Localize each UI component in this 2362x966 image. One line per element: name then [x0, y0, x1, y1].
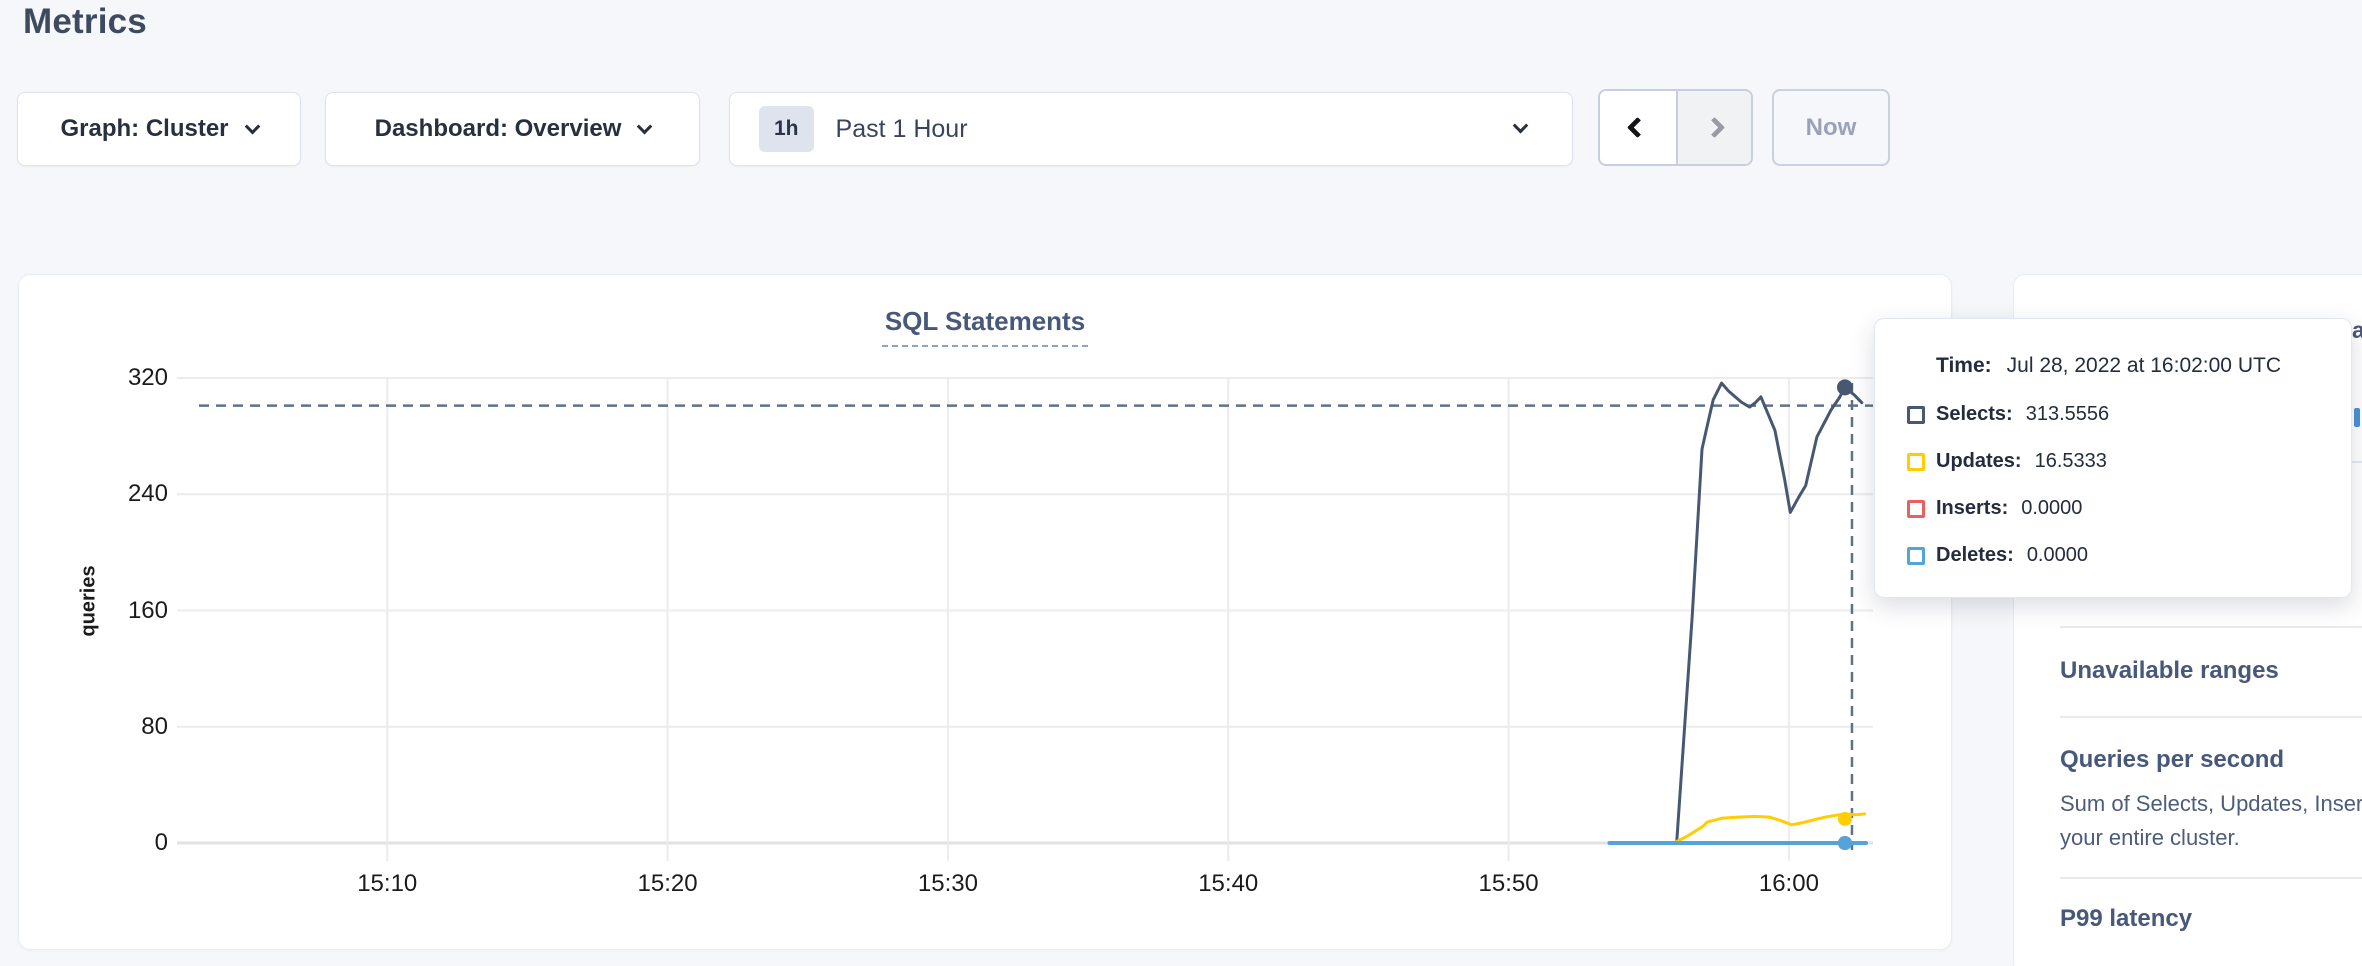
graph-scope-dropdown-label: Graph: Cluster [60, 115, 228, 143]
tooltip-row-inserts: Inserts: 0.0000 [1907, 493, 2351, 524]
chart-title-wrap: SQL Statements [18, 306, 1952, 347]
tooltip-series-value: 16.5333 [2035, 450, 2107, 473]
tooltip-time-row: Time: Jul 28, 2022 at 16:02:00 UTC [1936, 349, 2351, 383]
tooltip-time-value: Jul 28, 2022 at 16:02:00 UTC [2007, 354, 2281, 378]
chart-hover-tooltip: Time: Jul 28, 2022 at 16:02:00 UTC Selec… [1874, 318, 2352, 598]
graph-scope-dropdown[interactable]: Graph: Cluster [17, 92, 301, 166]
tooltip-series-name: Inserts: [1936, 497, 2008, 520]
chevron-down-icon [1513, 118, 1529, 134]
chevron-right-icon [1704, 117, 1725, 138]
tooltip-series-name: Selects: [1936, 403, 2013, 426]
x-tick-label: 15:40 [1158, 870, 1298, 898]
legend-swatch-selects [1907, 406, 1925, 424]
chart-title-link[interactable]: SQL Statements [882, 306, 1088, 347]
page-title: Metrics [23, 2, 147, 42]
time-range-label: Past 1 Hour [836, 115, 968, 144]
y-tick-label: 160 [48, 597, 168, 625]
x-tick-label: 15:20 [598, 870, 738, 898]
tooltip-row-selects: Selects: 313.5556 [1907, 399, 2351, 430]
sidebar-description-line: your entire cluster. [2060, 825, 2240, 851]
x-tick-label: 15:50 [1439, 870, 1579, 898]
previous-window-button[interactable] [1600, 91, 1676, 164]
sidebar-divider [2060, 877, 2362, 879]
sidebar-divider [2060, 716, 2362, 718]
y-tick-label: 240 [48, 480, 168, 508]
y-tick-label: 0 [48, 829, 168, 857]
sql-statements-chart-card[interactable] [18, 274, 1952, 950]
legend-swatch-deletes [1907, 547, 1925, 565]
sidebar-heading-p99-latency: P99 latency [2060, 905, 2192, 933]
legend-swatch-updates [1907, 453, 1925, 471]
now-button[interactable]: Now [1772, 89, 1890, 166]
legend-swatch-inserts [1907, 500, 1925, 518]
y-tick-label: 320 [48, 364, 168, 392]
next-window-button[interactable] [1676, 91, 1752, 164]
y-tick-label: 80 [48, 713, 168, 741]
tooltip-series-name: Deletes: [1936, 544, 2014, 567]
tooltip-series-rows: Selects: 313.5556 Updates: 16.5333 Inserts: 0… [1875, 399, 2351, 571]
sidebar-heading-queries-per-second: Queries per second [2060, 746, 2284, 774]
time-range-badge: 1h [759, 106, 814, 152]
tooltip-series-value: 313.5556 [2026, 403, 2109, 426]
tooltip-row-updates: Updates: 16.5333 [1907, 446, 2351, 477]
metrics-page: Metrics Graph: Cluster Dashboard: Overvi… [0, 0, 2362, 966]
sidebar-divider [2060, 626, 2362, 628]
tooltip-row-deletes: Deletes: 0.0000 [1907, 540, 2351, 571]
chevron-down-icon [637, 118, 653, 134]
sidebar-clipped-text-fragment: a [2352, 317, 2362, 344]
x-tick-label: 16:00 [1719, 870, 1859, 898]
time-range-dropdown[interactable]: 1h Past 1 Hour [729, 92, 1573, 166]
chevron-down-icon [244, 118, 260, 134]
tooltip-series-name: Updates: [1936, 450, 2022, 473]
x-tick-label: 15:30 [878, 870, 1018, 898]
sidebar-clipped-link-fragment [2354, 408, 2360, 427]
tooltip-time-label: Time: [1936, 354, 1992, 378]
dashboard-dropdown[interactable]: Dashboard: Overview [325, 92, 700, 166]
time-window-nav [1598, 89, 1753, 166]
sidebar-description-line: Sum of Selects, Updates, Inser [2060, 791, 2362, 817]
dashboard-dropdown-label: Dashboard: Overview [375, 115, 622, 143]
sidebar-heading-unavailable-ranges: Unavailable ranges [2060, 657, 2279, 685]
chevron-left-icon [1627, 117, 1648, 138]
tooltip-series-value: 0.0000 [2027, 544, 2088, 567]
tooltip-series-value: 0.0000 [2021, 497, 2082, 520]
x-tick-label: 15:10 [317, 870, 457, 898]
